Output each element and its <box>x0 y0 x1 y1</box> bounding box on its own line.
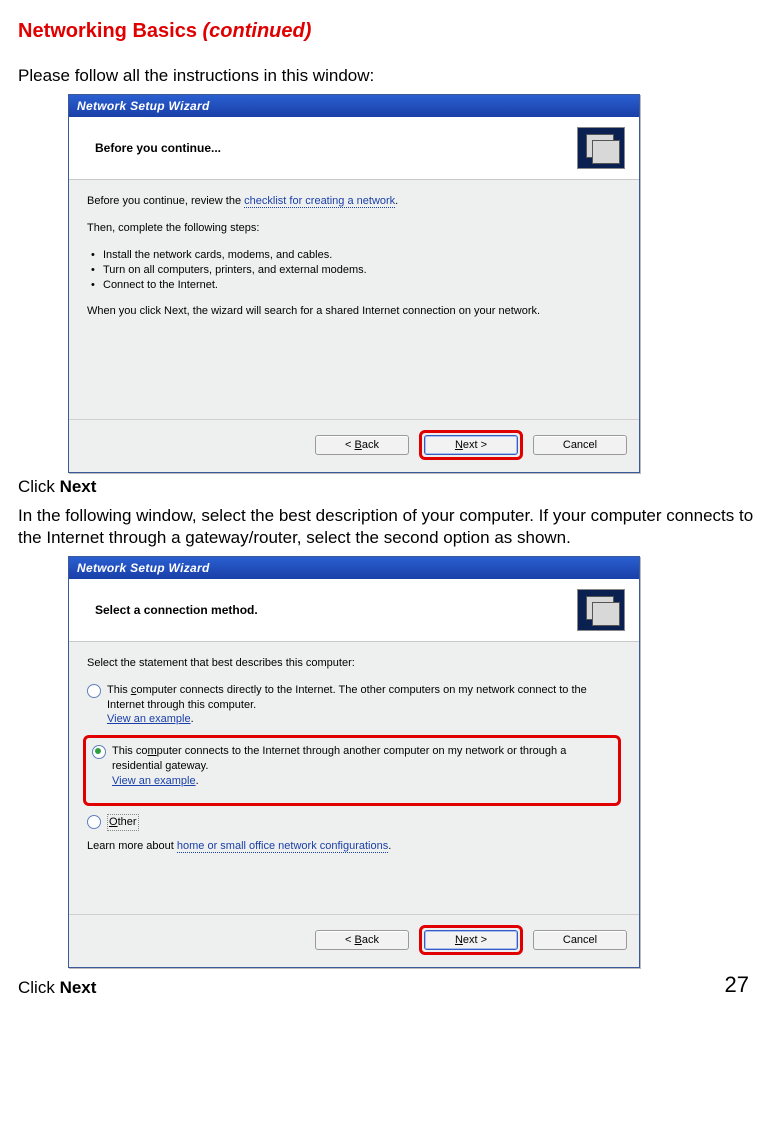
wizard-before-you-continue: Network Setup Wizard Before you continue… <box>68 94 640 473</box>
radio-icon[interactable] <box>87 684 101 698</box>
list-item: Connect to the Internet. <box>103 278 621 293</box>
wizard-heading: Select a connection method. <box>95 603 577 617</box>
note-line: When you click Next, the wizard will sea… <box>87 304 621 319</box>
next-button[interactable]: Next > <box>424 930 518 950</box>
view-example-link[interactable]: View an example <box>107 713 191 725</box>
back-button[interactable]: < Back <box>315 930 409 950</box>
cancel-button[interactable]: Cancel <box>533 435 627 455</box>
wizard-select-connection: Network Setup Wizard Select a connection… <box>68 556 640 968</box>
learn-more-link[interactable]: home or small office network configurati… <box>177 840 388 853</box>
radio-icon[interactable] <box>87 815 101 829</box>
checklist-link[interactable]: checklist for creating a network <box>244 195 395 208</box>
steps-list: Install the network cards, modems, and c… <box>87 248 621 293</box>
page-title: Networking Basics (continued) <box>18 20 755 43</box>
list-item: Install the network cards, modems, and c… <box>103 248 621 263</box>
list-item: Turn on all computers, printers, and ext… <box>103 263 621 278</box>
wizard-content: Before you continue, review the checklis… <box>69 180 639 419</box>
network-computers-icon <box>577 589 625 631</box>
page-number: 27 <box>725 972 755 998</box>
back-button[interactable]: < Back <box>315 435 409 455</box>
radio-icon[interactable] <box>92 745 106 759</box>
next-button[interactable]: Next > <box>424 435 518 455</box>
selected-option-highlight: This computer connects to the Internet t… <box>83 735 621 806</box>
learn-more-line: Learn more about home or small office ne… <box>87 839 621 854</box>
then-line: Then, complete the following steps: <box>87 221 621 236</box>
wizard-content: Select the statement that best describes… <box>69 642 639 914</box>
next-button-highlight: Next > <box>419 430 523 460</box>
radio-option-other[interactable]: Other <box>87 814 621 831</box>
radio-option-gateway[interactable]: This computer connects to the Internet t… <box>92 744 612 789</box>
wizard-header: Select a connection method. <box>69 579 639 642</box>
network-computers-icon <box>577 127 625 169</box>
intro-text: Please follow all the instructions in th… <box>18 65 755 86</box>
review-line: Before you continue, review the checklis… <box>87 194 621 209</box>
wizard-button-bar: < Back Next > Cancel <box>69 420 639 472</box>
title-sub: (continued) <box>203 20 312 42</box>
wizard-heading: Before you continue... <box>95 141 577 155</box>
window-titlebar[interactable]: Network Setup Wizard <box>69 557 639 579</box>
cancel-button[interactable]: Cancel <box>533 930 627 950</box>
title-main: Networking Basics <box>18 20 203 42</box>
window-titlebar[interactable]: Network Setup Wizard <box>69 95 639 117</box>
next-button-highlight: Next > <box>419 925 523 955</box>
wizard-header: Before you continue... <box>69 117 639 180</box>
view-example-link[interactable]: View an example <box>112 775 196 787</box>
prompt-line: Select the statement that best describes… <box>87 656 621 671</box>
mid-paragraph: In the following window, select the best… <box>18 505 755 548</box>
radio-option-direct[interactable]: This computer connects directly to the I… <box>87 683 621 728</box>
click-next-1: Click Next <box>18 477 755 497</box>
wizard-button-bar: < Back Next > Cancel <box>69 915 639 967</box>
click-next-2: Click Next <box>18 978 725 998</box>
